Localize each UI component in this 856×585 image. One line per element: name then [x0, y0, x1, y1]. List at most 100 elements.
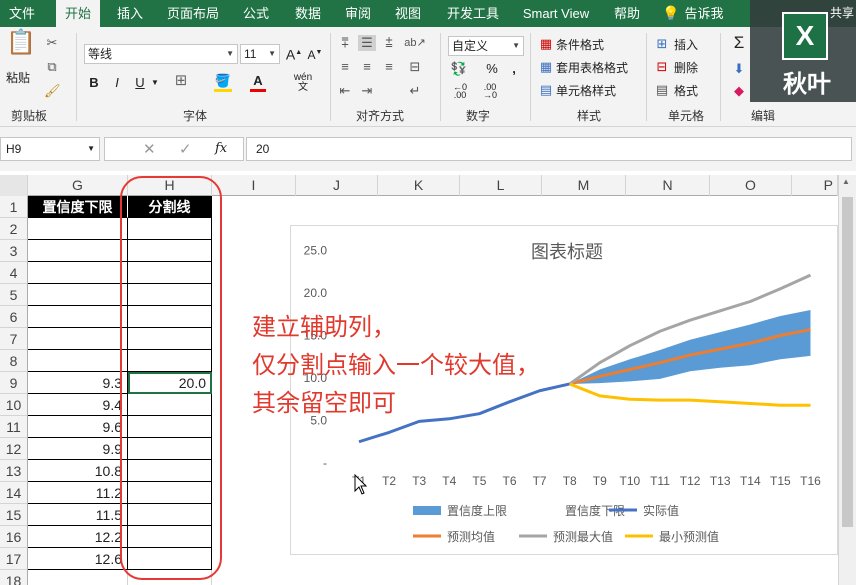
decrease-decimal-icon[interactable]: .00 →0: [478, 83, 502, 100]
increase-indent-icon[interactable]: ⇥: [358, 83, 376, 99]
table-cell-g[interactable]: 9.6: [28, 416, 128, 438]
table-cell-g[interactable]: [28, 240, 128, 262]
column-header-k[interactable]: K: [378, 175, 460, 196]
column-header-m[interactable]: M: [542, 175, 626, 196]
formula-input[interactable]: 20: [246, 137, 852, 161]
table-cell-g[interactable]: [28, 218, 128, 240]
column-header-n[interactable]: N: [626, 175, 710, 196]
comma-style-button[interactable]: ,: [506, 61, 522, 77]
wrap-text-icon[interactable]: ↵: [404, 83, 426, 99]
row-header[interactable]: 4: [0, 262, 28, 284]
row-header[interactable]: 11: [0, 416, 28, 438]
name-box[interactable]: H9 ▼: [0, 137, 100, 161]
row-header[interactable]: 10: [0, 394, 28, 416]
table-cell-g[interactable]: [28, 284, 128, 306]
column-header-g[interactable]: G: [28, 175, 128, 196]
column-header-l[interactable]: L: [460, 175, 542, 196]
format-as-table-button[interactable]: 套用表格格式: [556, 59, 628, 77]
row-header[interactable]: 8: [0, 350, 28, 372]
column-header-o[interactable]: O: [710, 175, 792, 196]
row-header[interactable]: 13: [0, 460, 28, 482]
tell-me-search[interactable]: 告诉我: [682, 0, 726, 27]
table-cell-g[interactable]: 10.8: [28, 460, 128, 482]
cut-icon[interactable]: ✂: [44, 35, 60, 51]
cancel-icon[interactable]: ✕: [143, 140, 156, 158]
align-left-icon[interactable]: ≡: [336, 59, 354, 75]
column-header-j[interactable]: J: [296, 175, 378, 196]
cell-g1-header[interactable]: 置信度下限: [28, 196, 128, 218]
tab-review[interactable]: 审阅: [336, 0, 380, 27]
percent-style-button[interactable]: %: [484, 61, 500, 77]
scroll-up-icon[interactable]: ▲: [842, 177, 850, 186]
middle-align-icon[interactable]: ☰: [358, 35, 376, 51]
scrollbar-thumb[interactable]: [842, 197, 853, 527]
table-cell-g[interactable]: [28, 350, 128, 372]
underline-button[interactable]: U: [132, 75, 148, 91]
tab-home[interactable]: 开始: [56, 0, 100, 27]
table-cell-g[interactable]: [28, 570, 128, 585]
tab-smart-view[interactable]: Smart View: [516, 0, 596, 27]
table-cell-g[interactable]: [28, 306, 128, 328]
fill-color-icon[interactable]: 🪣: [214, 73, 232, 92]
tab-file[interactable]: 文件: [0, 0, 44, 27]
row-header[interactable]: 15: [0, 504, 28, 526]
increase-decimal-icon[interactable]: ←0.00: [448, 83, 472, 100]
table-cell-g[interactable]: [28, 262, 128, 284]
table-cell-g[interactable]: 12.6: [28, 548, 128, 570]
row-header[interactable]: 16: [0, 526, 28, 548]
underline-dropdown-icon[interactable]: ▼: [150, 75, 160, 91]
row-header[interactable]: 9: [0, 372, 28, 394]
font-name-select[interactable]: 等线 ▼: [84, 44, 238, 64]
tab-view[interactable]: 视图: [386, 0, 430, 27]
tab-developer[interactable]: 开发工具: [442, 0, 504, 27]
vertical-scrollbar[interactable]: ▲: [838, 175, 856, 585]
cell-styles-button[interactable]: 单元格样式: [556, 82, 616, 100]
grow-font-icon[interactable]: A▲: [285, 45, 303, 63]
conditional-format-button[interactable]: 条件格式: [556, 36, 604, 54]
row-header[interactable]: 14: [0, 482, 28, 504]
row-header[interactable]: 3: [0, 240, 28, 262]
number-format-select[interactable]: 自定义 ▼: [448, 36, 524, 56]
table-cell-g[interactable]: 9.3: [28, 372, 128, 394]
tab-insert[interactable]: 插入: [108, 0, 152, 27]
phonetic-guide-icon[interactable]: wén 文: [292, 73, 314, 93]
orientation-icon[interactable]: ab↗: [404, 35, 426, 51]
font-size-select[interactable]: 11 ▼: [240, 44, 280, 64]
column-header-p[interactable]: P: [792, 175, 838, 196]
row-header[interactable]: 18: [0, 570, 28, 585]
format-cells-button[interactable]: 格式: [674, 82, 698, 100]
top-align-icon[interactable]: ⩱: [336, 35, 354, 51]
italic-button[interactable]: I: [109, 75, 125, 91]
bold-button[interactable]: B: [86, 75, 102, 91]
table-cell-g[interactable]: 9.9: [28, 438, 128, 460]
autosum-icon[interactable]: Σ: [730, 34, 748, 51]
enter-icon[interactable]: ✓: [179, 140, 192, 158]
insert-function-button[interactable]: fx: [215, 141, 227, 156]
table-cell-g[interactable]: 11.5: [28, 504, 128, 526]
bottom-align-icon[interactable]: ⩲: [380, 35, 398, 51]
table-cell-g[interactable]: [28, 328, 128, 350]
column-header-i[interactable]: I: [212, 175, 296, 196]
delete-cells-button[interactable]: 删除: [674, 59, 698, 77]
row-header[interactable]: 2: [0, 218, 28, 240]
fill-icon[interactable]: ⬇: [730, 61, 748, 77]
clear-icon[interactable]: ◆: [730, 83, 748, 99]
row-header[interactable]: 6: [0, 306, 28, 328]
row-header[interactable]: 5: [0, 284, 28, 306]
font-color-icon[interactable]: A: [250, 73, 266, 92]
shrink-font-icon[interactable]: A▼: [306, 45, 324, 63]
insert-cells-button[interactable]: 插入: [674, 36, 698, 54]
row-header[interactable]: 1: [0, 196, 28, 218]
table-cell-g[interactable]: 9.4: [28, 394, 128, 416]
row-header[interactable]: 7: [0, 328, 28, 350]
accounting-format-icon[interactable]: 💱: [448, 61, 470, 77]
tab-page-layout[interactable]: 页面布局: [160, 0, 226, 27]
table-cell-g[interactable]: 11.2: [28, 482, 128, 504]
share-button[interactable]: 共享: [794, 4, 854, 21]
align-center-icon[interactable]: ≡: [358, 59, 376, 75]
select-all-corner[interactable]: [0, 175, 28, 196]
row-header[interactable]: 17: [0, 548, 28, 570]
align-right-icon[interactable]: ≡: [380, 59, 398, 75]
table-cell-g[interactable]: 12.2: [28, 526, 128, 548]
copy-icon[interactable]: ⧉: [44, 59, 60, 75]
